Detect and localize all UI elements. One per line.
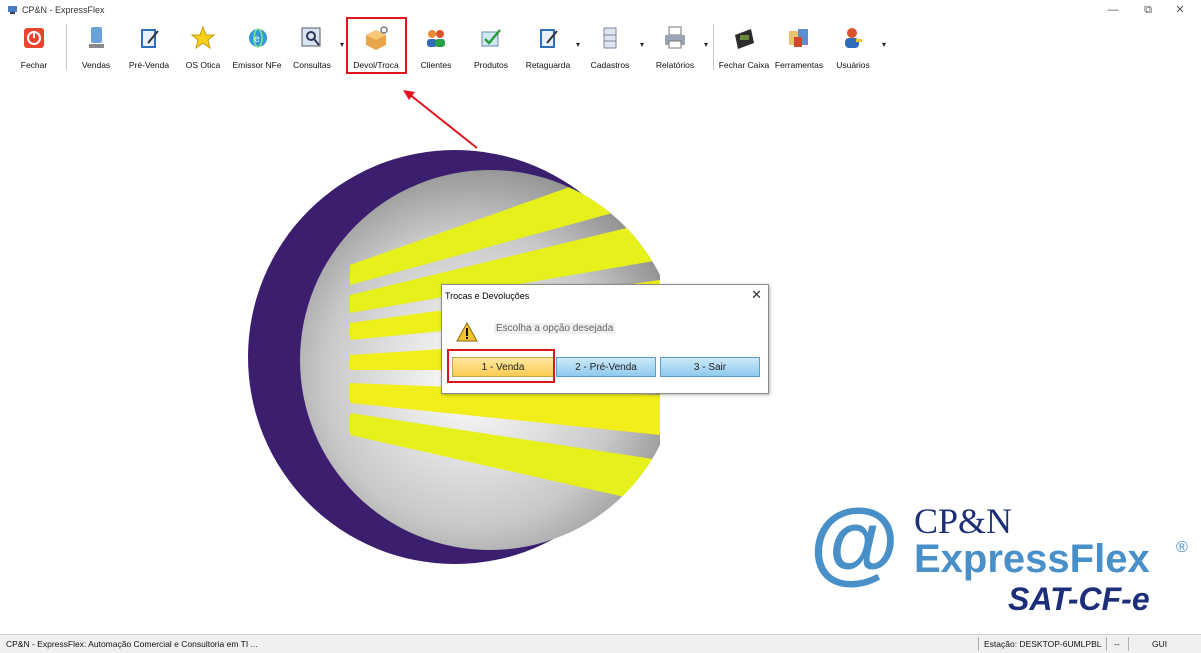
produtos-button[interactable]: Produtos [468,23,514,71]
emissor-nfe-button[interactable]: e Emissor NFe [230,23,284,71]
svg-text:e: e [254,34,260,45]
tools-icon [789,29,808,47]
brand-at-symbol: @ [808,492,898,594]
clipboard-check-icon [540,29,558,48]
fechar-caixa-button[interactable]: Fechar Caixa [718,23,770,71]
status-separator [1128,637,1129,651]
cadastros-button[interactable]: Cadastros [588,23,632,71]
venda-highlight-box [447,349,555,383]
consultas-dropdown-arrow[interactable]: ▾ [340,40,344,49]
brand-line3: SAT-CF-e [1008,581,1150,617]
status-station: Estação: DESKTOP-6UMLPBL [984,639,1102,649]
star-icon [190,25,216,50]
clipboard-pen-icon [141,29,159,48]
status-separator [978,637,979,651]
globe-e-icon: e [249,28,267,48]
usuarios-button[interactable]: Usuários [830,23,876,71]
cadastros-dropdown-arrow[interactable]: ▾ [640,40,644,49]
ferramentas-button[interactable]: Ferramentas [774,23,824,71]
relatorios-dropdown-arrow[interactable]: ▾ [704,40,708,49]
usuarios-dropdown-arrow[interactable]: ▾ [882,40,886,49]
brand-logo: @ CP&N ExpressFlex ® SAT-CF-e [800,497,1200,623]
app-icon [8,6,17,14]
dialog-close-button[interactable]: ✕ [751,287,762,303]
status-bar: CP&N - ExpressFlex: Automação Comercial … [0,634,1201,653]
retaguarda-dropdown-arrow[interactable]: ▾ [576,40,580,49]
pre-venda-option-button[interactable]: 2 - Pré-Venda [556,357,656,377]
dialog-message: Escolha a opção desejada [494,323,616,334]
toolbar-separator [713,24,714,70]
printer-icon [665,26,685,49]
pre-venda-button[interactable]: Pré-Venda [124,23,174,71]
annotation-arrow [403,90,478,149]
main-toolbar: Fechar Vendas Pré-Venda OS Otica e Emiss… [0,17,1201,74]
toolbar-separator [66,24,67,70]
window-title: CP&N - ExpressFlex [22,5,105,15]
brand-line2: ExpressFlex [914,537,1150,581]
monitor-icon [89,27,104,48]
relatorios-button[interactable]: Relatórios [650,23,700,71]
devol-troca-highlight-box [346,17,407,74]
clientes-button[interactable]: Clientes [414,23,458,71]
restore-button[interactable]: ⧉ [1138,3,1158,17]
close-window-button[interactable]: ✕ [1170,3,1190,17]
cabinet-icon [603,27,617,49]
warning-icon [456,322,478,342]
retaguarda-button[interactable]: Retaguarda [520,23,576,71]
search-window-icon [301,27,321,47]
status-dash: -- [1114,639,1120,649]
user-key-icon [845,28,862,48]
registered-mark: ® [1176,539,1188,556]
power-icon [24,28,44,48]
cash-register-icon [735,29,754,49]
vendas-button[interactable]: Vendas [74,23,118,71]
consultas-button[interactable]: Consultas [288,23,336,71]
status-user: GUI [1152,639,1168,649]
brand-line1: CP&N [914,501,1013,541]
sair-option-button[interactable]: 3 - Sair [660,357,760,377]
users-icon [427,30,445,47]
trocas-devolucoes-dialog: Trocas e Devoluções ✕ Escolha a opção de… [441,284,769,394]
status-company: CP&N - ExpressFlex: Automação Comercial … [6,639,258,649]
title-bar: CP&N - ExpressFlex — ⧉ ✕ [0,0,1201,20]
fechar-button[interactable]: Fechar [12,23,56,71]
minimize-button[interactable]: — [1103,3,1123,17]
check-tag-icon [481,29,501,47]
dialog-title: Trocas e Devoluções [445,291,530,301]
status-separator [1106,637,1107,651]
os-otica-button[interactable]: OS Otica [180,23,226,71]
